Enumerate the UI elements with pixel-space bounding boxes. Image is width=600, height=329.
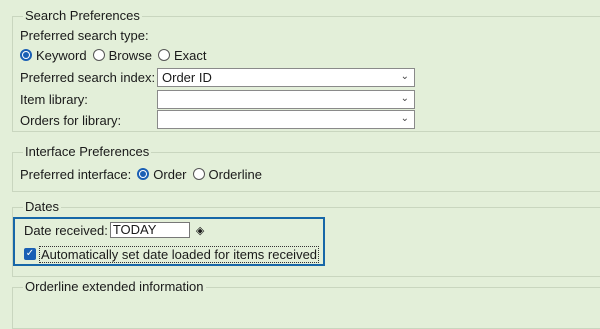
radio-order-label: Order bbox=[153, 166, 187, 182]
item-library-label: Item library: bbox=[20, 91, 88, 107]
orders-library-label: Orders for library: bbox=[20, 112, 122, 128]
item-library-select[interactable]: ⌄ bbox=[157, 90, 415, 109]
radio-orderline-indicator[interactable] bbox=[192, 168, 205, 180]
search-type-row: Preferred search type: bbox=[20, 25, 149, 45]
radio-browse-label: Browse bbox=[108, 47, 152, 63]
interface-row: Preferred interface: Order Orderline bbox=[20, 164, 268, 184]
search-index-row: Preferred search index: bbox=[20, 67, 155, 87]
radio-exact-label: Exact bbox=[173, 47, 207, 63]
chevron-down-icon: ⌄ bbox=[400, 71, 409, 82]
search-index-value: Order ID bbox=[162, 70, 212, 85]
radio-keyword-label: Keyword bbox=[36, 47, 87, 63]
chevron-down-icon: ⌄ bbox=[400, 113, 409, 124]
search-type-options: Keyword Browse Exact bbox=[20, 45, 212, 65]
orders-library-row: Orders for library: bbox=[20, 110, 121, 130]
dates-legend: Dates bbox=[23, 199, 61, 214]
item-library-row: Item library: bbox=[20, 89, 88, 109]
date-received-input[interactable]: TODAY bbox=[109, 222, 190, 238]
auto-set-date-checkbox[interactable]: ✓ bbox=[24, 248, 36, 260]
radio-orderline-label: Orderline bbox=[208, 166, 262, 182]
radio-orderline[interactable]: Orderline bbox=[192, 166, 262, 182]
search-index-label: Preferred search index: bbox=[20, 69, 156, 85]
date-received-row: Date received: TODAY ◈ bbox=[24, 220, 204, 240]
radio-browse[interactable]: Browse bbox=[92, 47, 152, 63]
chevron-down-icon: ⌄ bbox=[400, 93, 409, 104]
radio-browse-indicator[interactable] bbox=[92, 49, 105, 61]
orders-library-select[interactable]: ⌄ bbox=[157, 110, 415, 129]
search-index-select[interactable]: Order ID ⌄ bbox=[157, 68, 415, 87]
auto-set-date-label[interactable]: Automatically set date loaded for items … bbox=[39, 245, 320, 263]
radio-exact-indicator[interactable] bbox=[157, 49, 170, 61]
radio-keyword[interactable]: Keyword bbox=[20, 48, 87, 63]
date-received-label: Date received: bbox=[24, 222, 108, 238]
radio-keyword-indicator[interactable] bbox=[20, 49, 32, 61]
radio-exact[interactable]: Exact bbox=[157, 47, 207, 63]
orderline-extended-fieldset: Orderline extended information bbox=[12, 279, 600, 329]
search-preferences-legend: Search Preferences bbox=[23, 8, 142, 23]
calendar-picker-icon[interactable]: ◈ bbox=[196, 224, 204, 237]
orderline-extended-legend: Orderline extended information bbox=[23, 279, 206, 294]
radio-order-indicator[interactable] bbox=[137, 168, 150, 180]
preferences-panel: Search Preferences Preferred search type… bbox=[0, 0, 600, 329]
radio-order[interactable]: Order bbox=[137, 166, 187, 182]
checkmark-icon: ✓ bbox=[25, 248, 35, 259]
interface-label: Preferred interface: bbox=[20, 166, 132, 182]
search-type-label: Preferred search type: bbox=[20, 27, 149, 43]
auto-set-date-row: ✓ Automatically set date loaded for item… bbox=[24, 244, 320, 264]
interface-preferences-legend: Interface Preferences bbox=[23, 144, 152, 159]
